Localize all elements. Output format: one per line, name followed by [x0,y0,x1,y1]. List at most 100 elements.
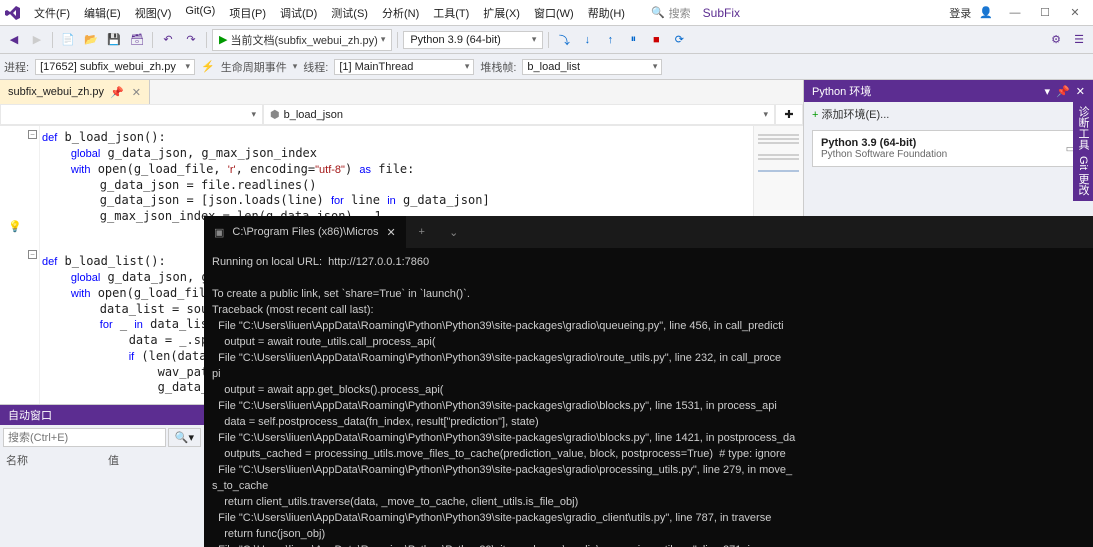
menu-items: 文件(F) 编辑(E) 视图(V) Git(G) 项目(P) 调试(D) 测试(… [28,2,631,24]
env-item[interactable]: Python 3.9 (64-bit) Python Software Foun… [812,130,1085,167]
nav-forward-icon[interactable]: ▶ [27,30,47,50]
stack-dropdown[interactable]: b_load_list ▾ [522,59,662,75]
auto-window-search: 🔍▾ [0,425,204,450]
login-avatar-icon[interactable]: 👤 [979,6,993,19]
search-area[interactable]: 🔍 搜索 [651,5,691,21]
terminal-tab-title: C:\Program Files (x86)\Micros [232,226,378,238]
menu-project[interactable]: 项目(P) [223,2,272,24]
login-link[interactable]: 登录 [949,5,971,21]
split-editor-button[interactable]: ✚ [775,104,803,125]
panel-title: Python 环境 [812,83,871,99]
python-env-dropdown[interactable]: Python 3.9 (64-bit) ▾ [403,31,543,49]
env-name: Python 3.9 (64-bit) [821,137,947,149]
dropdown-icon[interactable]: ▾ [1045,85,1051,98]
menu-file[interactable]: 文件(F) [28,2,76,24]
auto-window-title: 自动窗口 [8,407,52,423]
terminal-output[interactable]: Running on local URL: http://127.0.0.1:7… [204,248,1093,547]
side-tab-git[interactable]: Git 更改 [1075,156,1091,195]
close-tab-icon[interactable]: ✕ [386,226,395,239]
thread-label: 线程: [303,59,328,75]
auto-search-input[interactable] [3,428,166,447]
menu-test[interactable]: 测试(S) [325,2,374,24]
tool-b-icon[interactable]: ☰ [1069,30,1089,50]
menu-debug[interactable]: 调试(D) [274,2,323,24]
plus-icon: + [812,109,818,121]
nav-scope-dropdown[interactable]: ▾ [0,104,263,125]
terminal-tab[interactable]: ▣ C:\Program Files (x86)\Micros ✕ [204,216,406,248]
solution-name: SubFix [703,6,740,20]
pin-icon[interactable]: 📌 [110,86,124,99]
pause-icon[interactable]: ⏸ [623,30,643,50]
process-label: 进程: [4,59,29,75]
menu-git[interactable]: Git(G) [179,2,221,24]
search-placeholder: 搜索 [669,5,691,21]
panel-header: Python 环境 ▾ 📌 ✕ [804,80,1093,102]
nav-back-icon[interactable]: ◀ [4,30,24,50]
search-options-icon[interactable]: 🔍▾ [168,428,201,447]
terminal-tab-dropdown[interactable]: ⌄ [438,216,470,248]
menu-edit[interactable]: 编辑(E) [78,2,127,24]
save-all-icon[interactable]: 🗃 [127,30,147,50]
nav-member-value: b_load_json [284,109,764,121]
nav-row: ▾ ⬢ b_load_json ▾ ✚ [0,104,803,126]
lifecycle-icon[interactable]: ⚡ [201,60,215,73]
close-panel-icon[interactable]: ✕ [1076,85,1085,98]
env-provider: Python Software Foundation [821,149,947,160]
chevron-down-icon: ▾ [532,34,537,45]
file-tab[interactable]: subfix_webui_zh.py 📌 ✕ [0,80,150,104]
auto-columns: 名称 值 [0,450,204,470]
process-dropdown[interactable]: [17652] subfix_webui_zh.py ▾ [35,59,195,75]
minimize-button[interactable]: — [1001,3,1029,23]
menu-window[interactable]: 窗口(W) [528,2,580,24]
function-icon: ⬢ [270,108,280,121]
process-value: [17652] subfix_webui_zh.py [40,61,176,73]
add-env-link[interactable]: + 添加环境(E)... [804,102,1093,126]
vs-logo-icon [4,4,22,22]
nav-member-dropdown[interactable]: ⬢ b_load_json ▾ [263,104,775,125]
chevron-down-icon: ▾ [381,34,386,45]
side-tabs: 诊断工具 Git 更改 [1073,100,1093,201]
fold-icon[interactable]: − [28,130,37,139]
step-out-icon[interactable]: ↑ [600,30,620,50]
auto-window: 自动窗口 🔍▾ 名称 值 [0,404,204,547]
chevron-down-icon: ▾ [465,61,470,72]
menu-analyze[interactable]: 分析(N) [376,2,425,24]
play-icon: ▶ [219,33,227,46]
fold-icon[interactable]: − [28,250,37,259]
stack-label: 堆栈帧: [480,59,516,75]
pin-icon[interactable]: 📌 [1056,85,1070,98]
chevron-down-icon[interactable]: ▾ [293,61,298,72]
undo-icon[interactable]: ↶ [158,30,178,50]
tab-row: subfix_webui_zh.py 📌 ✕ [0,80,803,104]
close-button[interactable]: ✕ [1061,3,1089,23]
menubar: 文件(F) 编辑(E) 视图(V) Git(G) 项目(P) 调试(D) 测试(… [0,0,1093,26]
file-tab-label: subfix_webui_zh.py [8,86,104,98]
menu-view[interactable]: 视图(V) [129,2,178,24]
menu-help[interactable]: 帮助(H) [582,2,631,24]
new-file-icon[interactable]: 📄 [58,30,78,50]
lightbulb-icon[interactable]: 💡 [8,220,22,233]
restart-icon[interactable]: ⟳ [669,30,689,50]
col-value: 值 [108,452,119,468]
step-into-icon[interactable]: ↓ [577,30,597,50]
chevron-down-icon: ▾ [763,109,768,120]
menu-extensions[interactable]: 扩展(X) [477,2,526,24]
chevron-down-icon: ▾ [251,109,256,120]
stack-value: b_load_list [527,61,580,73]
stop-icon[interactable]: ■ [646,30,666,50]
open-icon[interactable]: 📂 [81,30,101,50]
thread-value: [1] MainThread [339,61,413,73]
step-over-icon[interactable]: ⤵ [554,30,574,50]
tool-a-icon[interactable]: ⚙ [1046,30,1066,50]
save-icon[interactable]: 💾 [104,30,124,50]
redo-icon[interactable]: ↷ [181,30,201,50]
maximize-button[interactable]: ☐ [1031,3,1059,23]
new-terminal-tab[interactable]: + [406,216,438,248]
chevron-down-icon: ▾ [186,61,191,72]
close-tab-icon[interactable]: ✕ [132,86,141,99]
thread-dropdown[interactable]: [1] MainThread ▾ [334,59,474,75]
menu-tools[interactable]: 工具(T) [427,2,475,24]
terminal-window: ▣ C:\Program Files (x86)\Micros ✕ + ⌄ Ru… [204,216,1093,547]
debug-target-dropdown[interactable]: ▶ 当前文档(subfix_webui_zh.py) ▾ [212,29,392,51]
side-tab-diagnostics[interactable]: 诊断工具 [1075,106,1091,150]
